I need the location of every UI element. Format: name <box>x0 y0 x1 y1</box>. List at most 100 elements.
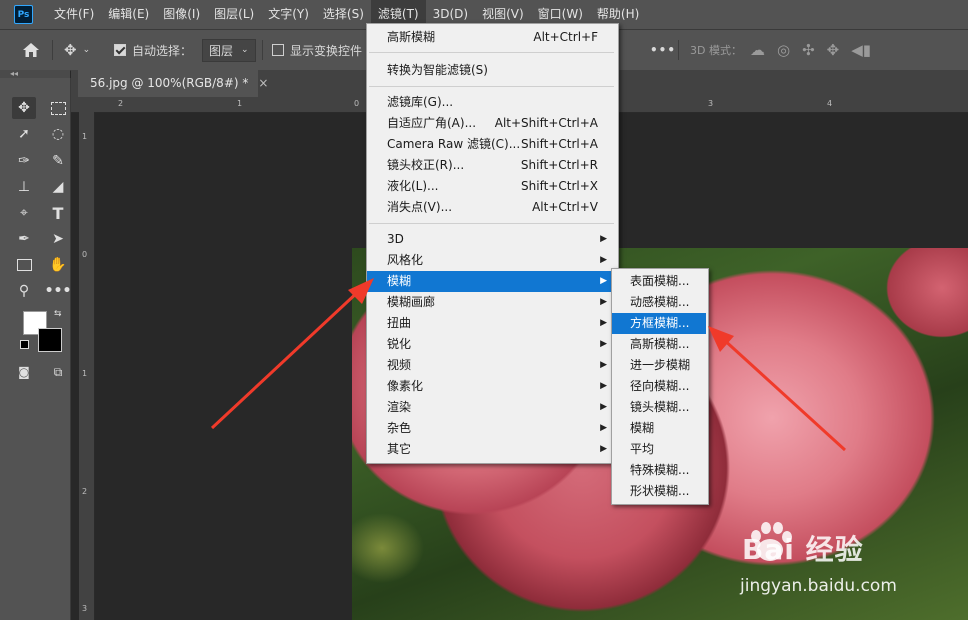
gradient-tool-icon[interactable]: ⌖ <box>12 202 36 224</box>
menu-item-sharpen[interactable]: 锐化 ▶ <box>367 334 616 355</box>
menu-file[interactable]: 文件(F) <box>47 0 101 29</box>
menu-select[interactable]: 选择(S) <box>316 0 371 29</box>
ruler-tick: 3 <box>708 99 714 108</box>
roll-3d-icon[interactable]: ◎ <box>777 41 790 59</box>
menu-item-filter-gallery[interactable]: 滤镜库(G)... <box>367 92 616 113</box>
move-tool-preset-button[interactable]: ✥ ⌄ <box>64 30 90 70</box>
menu-item-blur-gallery[interactable]: 模糊画廊 ▶ <box>367 292 616 313</box>
submenu-item-radial-blur[interactable]: 径向模糊... <box>612 376 706 397</box>
layer-dropdown[interactable]: 图层 ⌄ <box>196 30 256 70</box>
marquee-tool-icon[interactable] <box>46 97 70 119</box>
submenu-item-blur[interactable]: 模糊 <box>612 418 706 439</box>
submenu-item-lens-blur[interactable]: 镜头模糊... <box>612 397 706 418</box>
menu-item-vanishing-point[interactable]: 消失点(V)... Alt+Ctrl+V <box>367 197 616 218</box>
menu-item-pixelate[interactable]: 像素化 ▶ <box>367 376 616 397</box>
tools-panel: ✥ ➚ ◌ ✑ ✎ ⊥ ◢ ⌖ T ✒ ➤ ✋ ⚲ ••• ⇆ ◙ ⧉ <box>0 78 71 620</box>
mode-3d-icons: ☁ ◎ ✣ ✥ ◀▮ <box>750 30 871 70</box>
menu-layer[interactable]: 图层(L) <box>207 0 261 29</box>
menu-edit[interactable]: 编辑(E) <box>101 0 156 29</box>
toolbar-collapse-handle[interactable]: ◂◂ <box>0 70 70 78</box>
photoshop-logo-icon: Ps <box>14 5 33 24</box>
scale-3d-icon[interactable]: ◀▮ <box>851 41 871 59</box>
menu-item-video[interactable]: 视频 ▶ <box>367 355 616 376</box>
menu-item-last-filter[interactable]: 高斯模糊 Alt+Ctrl+F <box>367 27 616 48</box>
orbit-3d-icon[interactable]: ☁ <box>750 41 765 59</box>
chevron-down-icon: ⌄ <box>82 45 91 55</box>
watermark-url: jingyan.baidu.com <box>740 576 897 596</box>
submenu-item-gaussian-blur[interactable]: 高斯模糊... <box>612 334 706 355</box>
submenu-item-motion-blur[interactable]: 动感模糊... <box>612 292 706 313</box>
auto-select-check-icon <box>114 44 126 56</box>
more-options-button[interactable]: ••• <box>650 30 676 70</box>
document-tab-title: 56.jpg @ 100%(RGB/8#) * <box>90 76 249 90</box>
blur-submenu: 表面模糊... 动感模糊... 方框模糊... 高斯模糊... 进一步模糊 径向… <box>611 268 709 505</box>
watermark-brand: Bai 经验 <box>742 533 864 566</box>
vertical-ruler: 1 0 1 2 3 <box>79 112 95 620</box>
slide-3d-icon[interactable]: ✥ <box>827 41 840 59</box>
stamp-tool-icon[interactable]: ⊥ <box>12 176 36 198</box>
submenu-item-shape-blur[interactable]: 形状模糊... <box>612 481 706 502</box>
menu-item-noise[interactable]: 杂色 ▶ <box>367 418 616 439</box>
home-button[interactable] <box>22 30 40 70</box>
mode-3d-label: 3D 模式： <box>690 44 742 57</box>
menu-item-adaptive-wide-angle[interactable]: 自适应广角(A)... Alt+Shift+Ctrl+A <box>367 113 616 134</box>
type-tool-icon[interactable]: T <box>46 202 70 224</box>
screen-mode-icon[interactable]: ⧉ <box>46 361 70 383</box>
show-transform-check-icon <box>272 44 284 56</box>
pen-tool-icon[interactable]: ✒ <box>12 228 36 250</box>
rectangle-tool-icon[interactable] <box>12 254 36 276</box>
default-colors-icon[interactable] <box>20 340 29 349</box>
auto-select-label: 自动选择： <box>132 43 193 58</box>
show-transform-checkbox[interactable]: 显示变换控件 <box>272 30 362 70</box>
show-transform-label: 显示变换控件 <box>290 43 363 58</box>
menu-item-convert-smart-filter[interactable]: 转换为智能滤镜(S) <box>367 60 616 81</box>
ruler-tick: 0 <box>354 99 360 108</box>
submenu-item-box-blur[interactable]: 方框模糊... <box>612 313 706 334</box>
more-tools-icon[interactable]: ••• <box>45 280 72 302</box>
eyedropper-tool-icon[interactable]: ✑ <box>12 150 36 172</box>
ruler-tick: 2 <box>82 487 88 496</box>
auto-select-checkbox[interactable]: 自动选择： <box>114 30 192 70</box>
ruler-tick: 0 <box>82 250 88 259</box>
layer-dropdown-value: 图层 <box>209 43 234 58</box>
menu-image[interactable]: 图像(I) <box>156 0 207 29</box>
pan-3d-icon[interactable]: ✣ <box>802 41 815 59</box>
close-icon[interactable]: × <box>258 76 268 90</box>
eraser-tool-icon[interactable]: ◢ <box>46 176 70 198</box>
lasso-tool-icon[interactable]: ➚ <box>12 123 36 145</box>
ruler-tick: 1 <box>237 99 243 108</box>
document-tab[interactable]: 56.jpg @ 100%(RGB/8#) * × <box>78 70 268 97</box>
ruler-tick: 4 <box>827 99 833 108</box>
move-tool-icon[interactable]: ✥ <box>12 97 36 119</box>
ruler-tick: 1 <box>82 369 88 378</box>
submenu-item-surface-blur[interactable]: 表面模糊... <box>612 271 706 292</box>
ruler-tick: 2 <box>118 99 124 108</box>
zoom-tool-icon[interactable]: ⚲ <box>12 280 36 302</box>
hand-tool-icon[interactable]: ✋ <box>46 254 70 276</box>
ruler-tick: 1 <box>82 132 88 141</box>
ruler-tick: 3 <box>82 604 88 613</box>
quick-select-tool-icon[interactable]: ◌ <box>46 123 70 145</box>
filter-dropdown-menu: 高斯模糊 Alt+Ctrl+F 转换为智能滤镜(S) 滤镜库(G)... 自适应广… <box>366 23 619 464</box>
menu-item-other[interactable]: 其它 ▶ <box>367 439 616 460</box>
menu-item-lens-correction[interactable]: 镜头校正(R)... Shift+Ctrl+R <box>367 155 616 176</box>
quick-mask-icon[interactable]: ◙ <box>12 361 36 383</box>
background-color-swatch[interactable] <box>38 328 62 352</box>
swap-colors-icon[interactable]: ⇆ <box>54 309 62 319</box>
chevron-down-icon: ⌄ <box>241 45 249 55</box>
menu-item-blur[interactable]: 模糊 ▶ <box>367 271 616 292</box>
menu-item-liquify[interactable]: 液化(L)... Shift+Ctrl+X <box>367 176 616 197</box>
submenu-item-blur-more[interactable]: 进一步模糊 <box>612 355 706 376</box>
menu-item-camera-raw[interactable]: Camera Raw 滤镜(C)... Shift+Ctrl+A <box>367 134 616 155</box>
submenu-item-smart-blur[interactable]: 特殊模糊... <box>612 460 706 481</box>
menu-item-distort[interactable]: 扭曲 ▶ <box>367 313 616 334</box>
brush-tool-icon[interactable]: ✎ <box>46 150 70 172</box>
menu-type[interactable]: 文字(Y) <box>261 0 316 29</box>
menu-item-render[interactable]: 渲染 ▶ <box>367 397 616 418</box>
menu-item-stylize[interactable]: 风格化 ▶ <box>367 250 616 271</box>
home-icon <box>23 43 39 57</box>
submenu-item-average[interactable]: 平均 <box>612 439 706 460</box>
move-icon: ✥ <box>64 41 77 59</box>
menu-item-3d[interactable]: 3D ▶ <box>367 229 616 250</box>
path-select-tool-icon[interactable]: ➤ <box>46 228 70 250</box>
